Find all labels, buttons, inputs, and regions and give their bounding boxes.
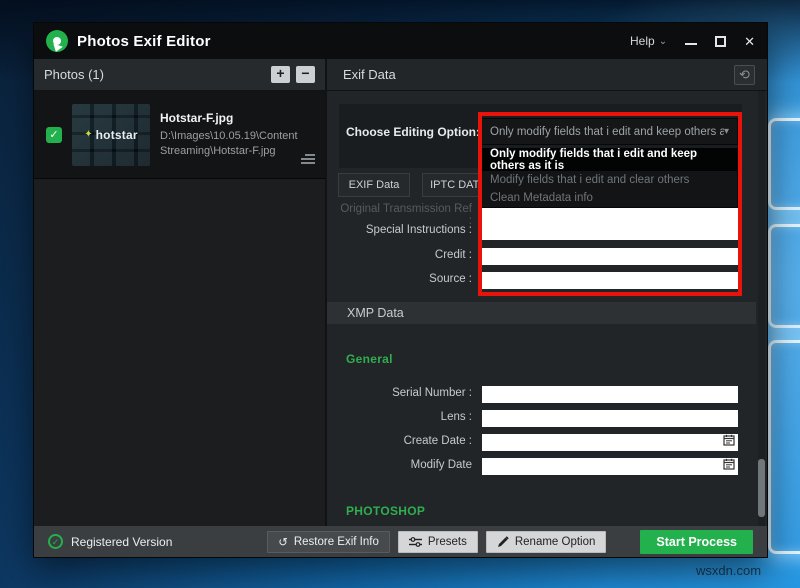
- field-row: Source :: [339, 270, 738, 287]
- restore-exif-info-button[interactable]: ↺ Restore Exif Info: [267, 531, 390, 553]
- create-date-input[interactable]: [482, 434, 738, 451]
- exif-panel-header: Exif Data ⟲: [327, 59, 767, 91]
- editing-option-dropdown[interactable]: Only modify fields that i edit and keep …: [481, 118, 738, 145]
- field-row: Credit :: [339, 246, 738, 263]
- source-input[interactable]: [482, 272, 738, 289]
- editing-option-dropdown-list: Only modify fields that i edit and keep …: [481, 148, 738, 208]
- watermark: wsxdn.com: [696, 563, 761, 578]
- dropdown-option[interactable]: Modify fields that i edit and clear othe…: [482, 171, 737, 189]
- app-title: Photos Exif Editor: [77, 33, 211, 50]
- photos-panel-header: Photos (1) + −: [34, 59, 325, 91]
- close-button[interactable]: ✕: [744, 35, 755, 48]
- dropdown-arrow-icon: ▾: [724, 126, 729, 137]
- photos-count-label: Photos (1): [44, 67, 104, 82]
- modify-date-input[interactable]: [482, 458, 738, 475]
- scrollbar[interactable]: [758, 91, 765, 526]
- rename-option-button[interactable]: Rename Option: [486, 531, 607, 553]
- photo-thumbnail: ✦ hotstar: [72, 104, 150, 166]
- scrollbar-thumb[interactable]: [758, 459, 765, 517]
- windows-logo-pane: [768, 118, 800, 210]
- field-row: Create Date :: [339, 432, 738, 449]
- registered-version-label: Registered Version: [71, 535, 172, 549]
- app-window: Photos Exif Editor Help ⌄ ✕ Photos (1) +…: [33, 22, 768, 558]
- windows-logo-pane: [768, 224, 800, 328]
- restore-icon: ↺: [278, 535, 288, 549]
- registered-check-icon: ✓: [48, 534, 63, 549]
- presets-button[interactable]: Presets: [398, 531, 478, 553]
- hotstar-logo-icon: ✦: [84, 129, 92, 140]
- photo-checkbox[interactable]: ✓: [46, 127, 62, 143]
- help-menu[interactable]: Help ⌄: [630, 34, 667, 48]
- start-process-button[interactable]: Start Process: [640, 530, 753, 554]
- serial-number-input[interactable]: [482, 386, 738, 403]
- special-instructions-input[interactable]: [482, 223, 738, 240]
- maximize-button[interactable]: [715, 36, 726, 47]
- photo-options-icon[interactable]: [301, 152, 315, 166]
- dropdown-option[interactable]: Only modify fields that i edit and keep …: [482, 148, 737, 171]
- refresh-icon[interactable]: ⟲: [734, 65, 755, 85]
- remove-photos-button[interactable]: −: [296, 66, 315, 83]
- photo-list-item[interactable]: ✓ ✦ hotstar Hotstar-F.jpg D:\Images\10.0…: [34, 91, 325, 179]
- exif-tabs: EXIF Data IPTC DATA: [338, 173, 494, 197]
- dropdown-option[interactable]: Clean Metadata info: [482, 189, 737, 207]
- pencil-icon: [497, 536, 509, 548]
- windows-logo-pane: [768, 340, 800, 554]
- tab-exif-data[interactable]: EXIF Data: [338, 173, 410, 197]
- sliders-icon: [409, 536, 422, 548]
- field-row: Modify Date: [339, 456, 738, 473]
- exif-header-label: Exif Data: [343, 67, 396, 82]
- lens-input[interactable]: [482, 410, 738, 427]
- credit-input[interactable]: [482, 248, 738, 265]
- title-bar: Photos Exif Editor Help ⌄ ✕: [34, 23, 767, 59]
- xmp-data-section-header[interactable]: XMP Data: [327, 302, 756, 324]
- calendar-icon[interactable]: [723, 458, 735, 470]
- choose-editing-option-label: Choose Editing Option:: [346, 125, 480, 139]
- photo-path: D:\Images\10.05.19\Content Streaming\Hot…: [160, 129, 312, 159]
- add-photos-button[interactable]: +: [271, 66, 290, 83]
- field-row: Special Instructions :: [339, 221, 738, 238]
- general-section-label: General: [346, 352, 393, 366]
- photoshop-section-label: PHOTOSHOP: [346, 504, 425, 518]
- calendar-icon[interactable]: [723, 434, 735, 446]
- exif-panel: Exif Data ⟲ Choose Editing Option: Only …: [327, 59, 767, 526]
- photos-panel: Photos (1) + − ✓ ✦ hotstar Hotstar-F.jpg…: [34, 59, 327, 526]
- footer-bar: ✓ Registered Version ↺ Restore Exif Info…: [34, 526, 767, 557]
- exif-content: Choose Editing Option: Only modify field…: [327, 91, 767, 526]
- desktop-background: wsxdn.com Photos Exif Editor Help ⌄ ✕ Ph…: [0, 0, 800, 588]
- chevron-down-icon: ⌄: [659, 36, 667, 47]
- field-row: Lens :: [339, 408, 738, 425]
- field-row: Serial Number :: [339, 384, 738, 401]
- minimize-button[interactable]: [685, 43, 697, 45]
- photo-filename: Hotstar-F.jpg: [160, 110, 312, 126]
- app-logo-icon: [46, 30, 68, 52]
